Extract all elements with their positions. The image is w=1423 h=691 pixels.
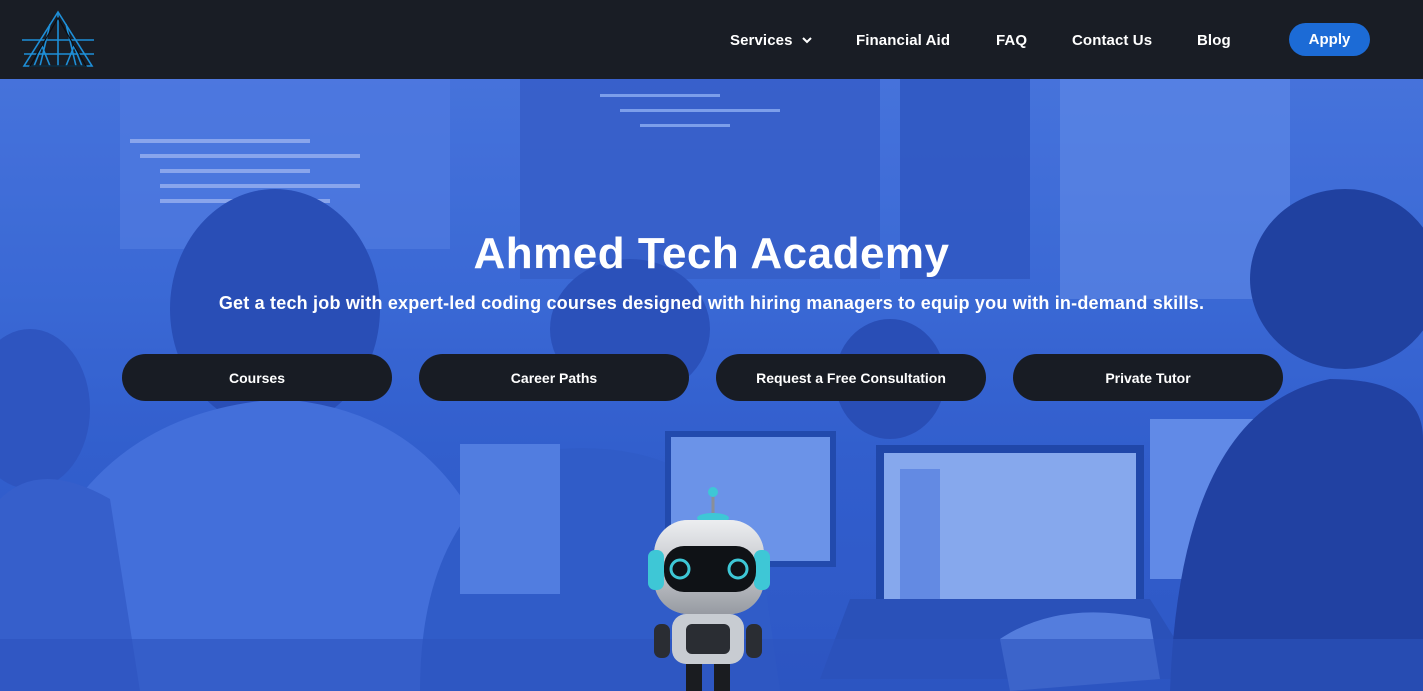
courses-button[interactable]: Courses [122, 354, 392, 401]
career-paths-button[interactable]: Career Paths [419, 354, 689, 401]
site-header: Services Financial Aid FAQ Contact Us Bl… [0, 0, 1423, 79]
nav-faq[interactable]: FAQ [996, 30, 1027, 50]
nav-blog[interactable]: Blog [1197, 30, 1231, 50]
hero-title: Ahmed Tech Academy [473, 229, 950, 278]
nav-contact-us-label: Contact Us [1072, 31, 1153, 49]
private-tutor-button[interactable]: Private Tutor [1013, 354, 1283, 401]
hero-subtitle: Get a tech job with expert-led coding co… [218, 293, 1205, 313]
hero-section: Ahmed Tech Academy Get a tech job with e… [0, 79, 1423, 691]
robot-mascot-icon [648, 487, 770, 691]
apply-button[interactable]: Apply [1289, 23, 1370, 56]
free-consultation-button[interactable]: Request a Free Consultation [716, 354, 986, 401]
nav-faq-label: FAQ [996, 31, 1028, 49]
ata-logo[interactable] [20, 10, 96, 68]
nav-services[interactable]: Services [730, 30, 813, 50]
nav-financial-aid-label: Financial Aid [856, 31, 951, 49]
nav-blog-label: Blog [1197, 31, 1231, 49]
nav-contact-us[interactable]: Contact Us [1072, 30, 1152, 50]
chevron-down-icon [801, 37, 812, 44]
nav-services-label: Services [730, 31, 793, 49]
nav-financial-aid[interactable]: Financial Aid [856, 30, 950, 50]
